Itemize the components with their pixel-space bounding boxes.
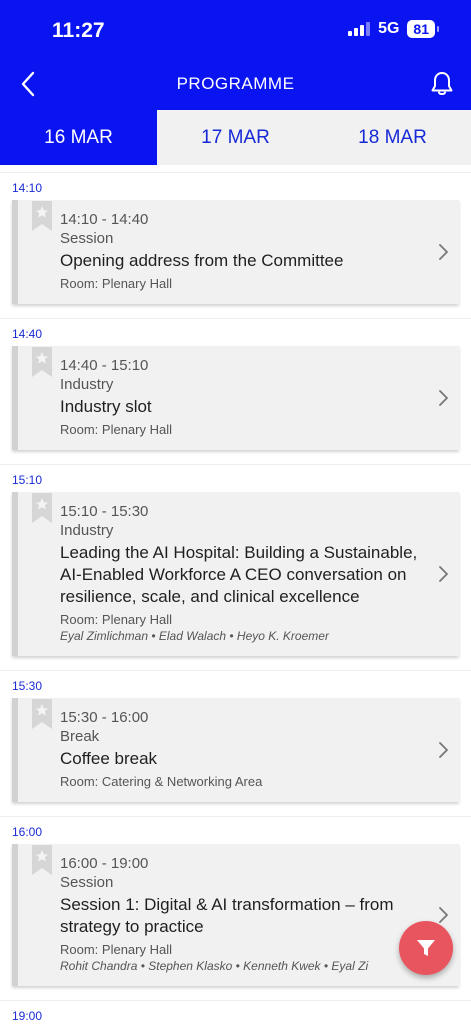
session-time: 16:00 - 19:00 bbox=[60, 855, 149, 872]
status-time: 11:27 bbox=[52, 19, 105, 42]
tab-16-mar[interactable]: 16 MAR bbox=[0, 110, 157, 165]
session-card[interactable]: 14:10 - 14:40 Session Opening address fr… bbox=[12, 200, 459, 304]
time-heading: 16:00 bbox=[0, 816, 471, 844]
bell-icon bbox=[431, 72, 453, 95]
session-time: 14:10 - 14:40 bbox=[60, 211, 149, 228]
session-type: Session bbox=[60, 230, 114, 247]
chevron-right-icon bbox=[439, 907, 448, 923]
session-speakers: Rohit Chandra • Stephen Klasko • Kenneth… bbox=[60, 959, 369, 973]
session-title: Industry slot bbox=[60, 397, 152, 416]
bookmark-icon[interactable] bbox=[32, 201, 52, 231]
filter-button[interactable] bbox=[399, 921, 453, 975]
tab-17-mar[interactable]: 17 MAR bbox=[157, 110, 314, 165]
session-time: 15:10 - 15:30 bbox=[60, 503, 149, 520]
network-label: 5G bbox=[378, 20, 400, 37]
session-type: Session bbox=[60, 874, 114, 891]
chevron-right-icon bbox=[439, 390, 448, 406]
session-room: Room: Plenary Hall bbox=[60, 942, 172, 957]
session-title: Coffee break bbox=[60, 749, 158, 768]
signal-icon bbox=[348, 22, 371, 36]
session-type: Break bbox=[60, 728, 100, 745]
session-title: Leading the AI Hospital: Building a Sust… bbox=[60, 543, 418, 606]
tab-18-mar[interactable]: 18 MAR bbox=[314, 110, 471, 165]
session-card[interactable]: 14:40 - 15:10 Industry Industry slot Roo… bbox=[12, 346, 459, 450]
page-title: PROGRAMME bbox=[176, 74, 295, 93]
chevron-right-icon bbox=[439, 566, 448, 582]
session-room: Room: Plenary Hall bbox=[60, 612, 172, 627]
bookmark-icon[interactable] bbox=[32, 699, 52, 729]
bookmark-icon[interactable] bbox=[32, 845, 52, 875]
session-title: Session 1: Digital & AI transformation –… bbox=[60, 895, 394, 936]
time-heading: 14:40 bbox=[0, 318, 471, 346]
session-speakers: Eyal Zimlichman • Elad Walach • Heyo K. … bbox=[60, 629, 329, 643]
chevron-right-icon bbox=[439, 244, 448, 260]
bookmark-icon[interactable] bbox=[32, 493, 52, 523]
session-card[interactable]: 15:10 - 15:30 Industry Leading the AI Ho… bbox=[12, 492, 459, 656]
programme-list: 14:10 14:10 - 14:40 Session Opening addr… bbox=[0, 172, 471, 1024]
time-heading: 19:00 bbox=[0, 1000, 471, 1024]
session-type: Industry bbox=[60, 376, 114, 393]
session-room: Room: Plenary Hall bbox=[60, 276, 172, 291]
session-time: 15:30 - 16:00 bbox=[60, 709, 149, 726]
app-header: 11:27 5G 81 PROGRAMME bbox=[0, 0, 471, 110]
battery-icon: 81 bbox=[407, 20, 439, 38]
notifications-button[interactable] bbox=[427, 69, 457, 99]
session-room: Room: Catering & Networking Area bbox=[60, 774, 263, 789]
session-title: Opening address from the Committee bbox=[60, 251, 344, 270]
date-tabs: 16 MAR 17 MAR 18 MAR bbox=[0, 110, 471, 165]
session-room: Room: Plenary Hall bbox=[60, 422, 172, 437]
status-indicators: 5G 81 bbox=[348, 20, 439, 38]
bookmark-icon[interactable] bbox=[32, 347, 52, 377]
session-type: Industry bbox=[60, 522, 114, 539]
time-heading: 15:30 bbox=[0, 670, 471, 698]
filter-icon bbox=[417, 940, 435, 956]
session-time: 14:40 - 15:10 bbox=[60, 357, 149, 374]
session-card[interactable]: 15:30 - 16:00 Break Coffee break Room: C… bbox=[12, 698, 459, 802]
chevron-right-icon bbox=[439, 742, 448, 758]
time-heading: 14:10 bbox=[0, 172, 471, 200]
session-card[interactable]: 16:00 - 19:00 Session Session 1: Digital… bbox=[12, 844, 459, 986]
time-heading: 15:10 bbox=[0, 464, 471, 492]
